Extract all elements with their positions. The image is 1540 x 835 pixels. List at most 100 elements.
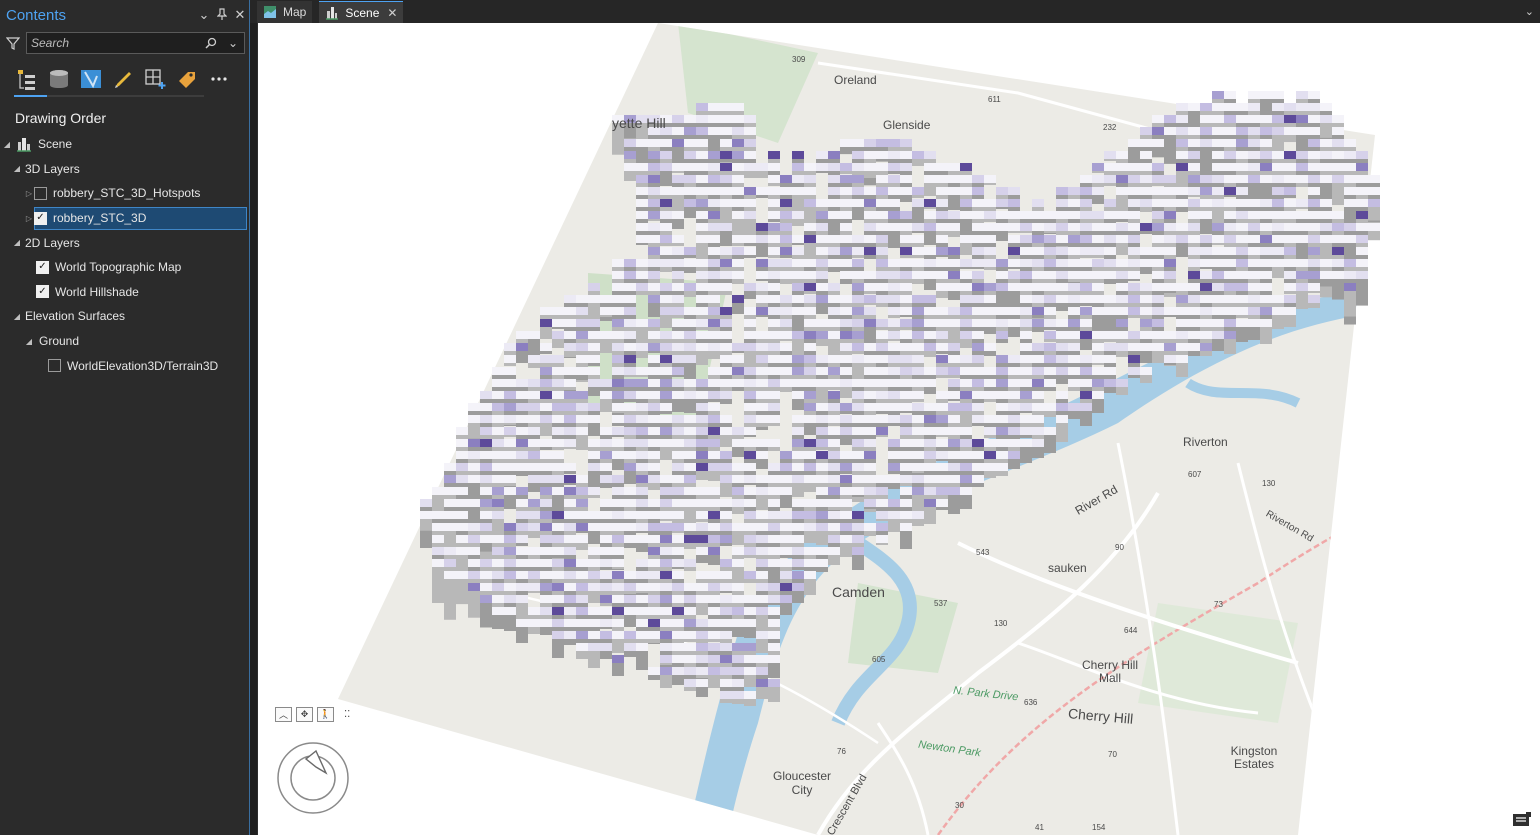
notifications-icon[interactable] bbox=[1512, 811, 1532, 829]
route-shield: 644 bbox=[1124, 626, 1138, 635]
full-extent-icon[interactable]: ✥ bbox=[296, 707, 313, 722]
tree-item-2d-layers[interactable]: ◢ 2D Layers bbox=[0, 230, 249, 255]
pin-icon[interactable] bbox=[213, 7, 231, 23]
map-label: Glenside bbox=[883, 118, 931, 132]
route-shield: 537 bbox=[934, 599, 948, 608]
scene-icon bbox=[325, 6, 339, 20]
search-input[interactable] bbox=[27, 36, 200, 50]
route-shield: 73 bbox=[1214, 600, 1223, 609]
scene-canvas[interactable] bbox=[258, 23, 1540, 835]
expand-caret-icon[interactable]: ◢ bbox=[2, 140, 12, 149]
map-label: yette Hill bbox=[612, 115, 666, 131]
navigator-compass[interactable] bbox=[276, 741, 350, 815]
pane-splitter[interactable] bbox=[249, 0, 250, 835]
layer-tree: ◢ Scene ◢ 3D Layers ▷ robbery_STC_3D_Hot… bbox=[0, 132, 249, 378]
tree-item-terrain[interactable]: WorldElevation3D/Terrain3D bbox=[0, 353, 249, 378]
layer-visibility-checkbox[interactable] bbox=[34, 211, 47, 225]
tab-scene[interactable]: Scene ✕ bbox=[319, 1, 404, 23]
list-by-data-source-icon[interactable] bbox=[46, 66, 72, 92]
route-shield: 90 bbox=[1115, 543, 1124, 552]
tree-label: robbery_STC_3D bbox=[53, 211, 147, 226]
route-shield: 70 bbox=[1108, 750, 1117, 759]
search-box: ⌄ bbox=[26, 32, 245, 54]
tree-item-ground[interactable]: ◢ Ground bbox=[0, 329, 249, 354]
route-shield: 76 bbox=[837, 747, 846, 756]
layer-visibility-checkbox[interactable] bbox=[48, 359, 61, 373]
contents-toolbar bbox=[14, 62, 232, 96]
route-shield: 607 bbox=[1188, 470, 1202, 479]
chevron-down-icon[interactable]: ⌄ bbox=[222, 33, 244, 53]
tree-label: 2D Layers bbox=[25, 235, 80, 250]
contents-header: Contents ⌄ ✕ bbox=[0, 0, 249, 30]
route-shield: 611 bbox=[988, 95, 1001, 104]
tree-label: World Hillshade bbox=[55, 284, 139, 299]
tree-label: World Topographic Map bbox=[55, 260, 182, 275]
collapse-navigator-icon[interactable]: ︿ bbox=[275, 707, 292, 722]
route-shield: 232 bbox=[1103, 123, 1117, 132]
tab-overflow-chevron-icon[interactable]: ⌄ bbox=[1525, 5, 1540, 18]
layer-visibility-checkbox[interactable] bbox=[36, 285, 49, 299]
search-icon[interactable] bbox=[200, 33, 222, 53]
contents-pane: Contents ⌄ ✕ ⌄ bbox=[0, 0, 249, 835]
route-shield: 154 bbox=[1092, 823, 1106, 832]
map-icon bbox=[263, 5, 277, 19]
tree-item-topographic[interactable]: World Topographic Map bbox=[0, 255, 249, 280]
more-options-icon[interactable] bbox=[206, 66, 232, 92]
tree-item-hotspots[interactable]: ▷ robbery_STC_3D_Hotspots bbox=[0, 181, 249, 206]
list-by-drawing-order-icon[interactable] bbox=[14, 66, 40, 92]
first-person-icon[interactable]: 🚶 bbox=[317, 707, 334, 722]
map-label: Gloucester City bbox=[772, 769, 832, 797]
scene-view[interactable]: Oreland Glenside yette Hill Riverton Riv… bbox=[257, 23, 1540, 835]
tree-label: robbery_STC_3D_Hotspots bbox=[53, 186, 201, 201]
route-shield: 543 bbox=[976, 548, 990, 557]
navigation-tools: ︿ ✥ 🚶 ⁚⁚ bbox=[275, 707, 350, 722]
list-by-snapping-icon[interactable] bbox=[142, 66, 168, 92]
route-shield: 130 bbox=[1262, 479, 1276, 488]
route-shield: 636 bbox=[1024, 698, 1038, 707]
collapse-caret-icon[interactable]: ▷ bbox=[24, 189, 34, 198]
arcgis-pro-window: Contents ⌄ ✕ ⌄ bbox=[0, 0, 1540, 835]
tab-map[interactable]: Map bbox=[257, 1, 313, 23]
tree-label: Scene bbox=[38, 137, 73, 152]
layer-visibility-checkbox[interactable] bbox=[34, 186, 47, 200]
chevron-down-icon[interactable]: ⌄ bbox=[195, 7, 213, 23]
route-shield: 41 bbox=[1035, 823, 1044, 832]
filter-icon[interactable] bbox=[4, 34, 22, 52]
search-row: ⌄ bbox=[0, 30, 249, 56]
route-shield: 130 bbox=[994, 619, 1008, 628]
tree-label: Ground bbox=[39, 334, 80, 349]
tree-item-scene[interactable]: ◢ Scene bbox=[0, 132, 249, 157]
tree-label: Elevation Surfaces bbox=[25, 309, 126, 324]
map-label: Kingston Estates bbox=[1230, 744, 1278, 771]
route-shield: 309 bbox=[792, 55, 806, 64]
expand-caret-icon[interactable]: ◢ bbox=[12, 238, 22, 247]
map-label: Camden bbox=[832, 584, 885, 600]
tree-label: 3D Layers bbox=[25, 161, 80, 176]
route-shield: 605 bbox=[872, 655, 886, 664]
tab-label: Map bbox=[283, 5, 307, 19]
list-by-selection-icon[interactable] bbox=[78, 66, 104, 92]
tab-label: Scene bbox=[345, 5, 380, 20]
tree-item-3d-layers[interactable]: ◢ 3D Layers bbox=[0, 157, 249, 182]
map-label: Riverton bbox=[1183, 435, 1228, 449]
layer-visibility-checkbox[interactable] bbox=[36, 260, 49, 274]
map-label: Cherry Hill Mall bbox=[1081, 658, 1138, 685]
toolbar-underline bbox=[14, 95, 204, 97]
heads-up-display-icon[interactable]: ⁚⁚ bbox=[344, 709, 350, 720]
list-by-labeling-icon[interactable] bbox=[174, 66, 200, 92]
expand-caret-icon[interactable]: ◢ bbox=[12, 164, 22, 173]
collapse-caret-icon[interactable]: ▷ bbox=[24, 214, 34, 223]
view-tab-bar: Map Scene ✕ ⌄ bbox=[250, 0, 1540, 23]
tree-item-elevation-surfaces[interactable]: ◢ Elevation Surfaces bbox=[0, 304, 249, 329]
route-shield: 30 bbox=[955, 801, 964, 810]
tree-item-stc3d[interactable]: ▷ robbery_STC_3D bbox=[0, 206, 249, 231]
expand-caret-icon[interactable]: ◢ bbox=[24, 337, 34, 346]
tree-item-hillshade[interactable]: World Hillshade bbox=[0, 280, 249, 305]
close-icon[interactable]: ✕ bbox=[231, 7, 249, 23]
map-label: sauken bbox=[1048, 561, 1087, 575]
drawing-order-heading: Drawing Order bbox=[15, 110, 107, 126]
close-tab-icon[interactable]: ✕ bbox=[387, 6, 397, 20]
map-label: Oreland bbox=[834, 73, 877, 87]
expand-caret-icon[interactable]: ◢ bbox=[12, 312, 22, 321]
list-by-editing-icon[interactable] bbox=[110, 66, 136, 92]
